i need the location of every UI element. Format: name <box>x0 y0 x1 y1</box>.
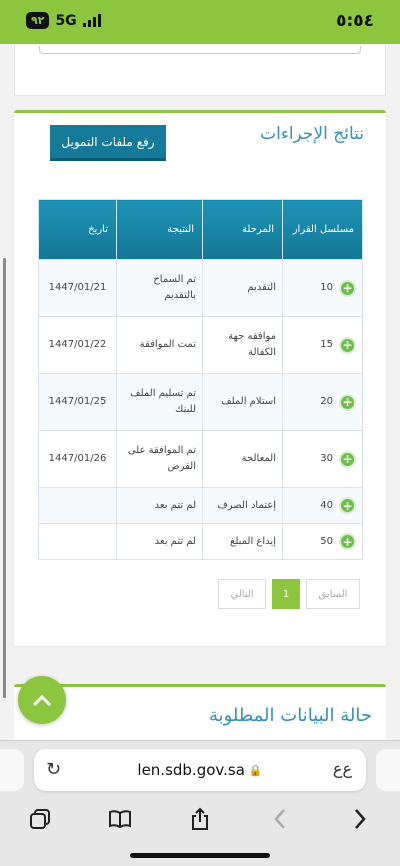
tab-peek-right[interactable] <box>376 749 400 791</box>
scroll-indicator[interactable] <box>3 258 6 698</box>
network-label: 5G <box>55 12 77 29</box>
expand-plus-icon[interactable]: + <box>339 279 356 297</box>
header-result: النتيجة <box>116 199 203 260</box>
browser-chrome: ↻ len.sdb.gov.sa 🔒 ﻉﻉ <box>0 740 400 866</box>
header-date: تاريخ <box>38 199 117 260</box>
cell-date: 1447/01/21 <box>38 259 117 317</box>
share-icon[interactable] <box>180 801 220 837</box>
text-size-button[interactable]: ﻉﻉ <box>333 759 352 778</box>
cell-stage: استلام الملف <box>202 373 283 431</box>
expand-plus-icon[interactable]: + <box>339 450 356 468</box>
table-row: +40 إعتماد الصرف لم تتم بعد <box>38 487 363 524</box>
cell-date: 1447/01/25 <box>38 373 117 431</box>
table-row: +20 استلام الملف تم تسليم الملف للبنك 14… <box>38 373 363 431</box>
cell-stage: المعالجة <box>202 430 283 488</box>
expand-plus-icon[interactable]: + <box>339 497 356 514</box>
tabs-icon[interactable] <box>20 801 60 837</box>
cell-stage: إيداع المبلغ <box>202 523 283 560</box>
pagination-next-button[interactable]: التالي <box>218 579 266 609</box>
table-row: +30 المعالجة تم الموافقة على القرض 1447/… <box>38 430 363 488</box>
forward-icon[interactable] <box>340 801 380 837</box>
cell-seq: +20 <box>282 373 363 431</box>
status-time: ٥:٥٤ <box>336 11 374 31</box>
previous-card <box>14 44 386 96</box>
address-bar[interactable]: ↻ len.sdb.gov.sa 🔒 ﻉﻉ <box>34 749 366 791</box>
cell-seq: +15 <box>282 316 363 374</box>
reload-icon[interactable]: ↻ <box>46 759 61 780</box>
lock-icon: 🔒 <box>248 763 263 777</box>
cell-seq: +10 <box>282 259 363 317</box>
required-data-title: حالة البيانات المطلوبة <box>208 705 372 726</box>
scroll-to-top-button[interactable] <box>18 676 66 724</box>
cell-stage: إعتماد الصرف <box>202 487 283 524</box>
cell-seq: +30 <box>282 430 363 488</box>
results-title: نتائج الإجراءات <box>260 124 364 144</box>
cell-result: لم تتم بعد <box>116 487 203 524</box>
expand-plus-icon[interactable]: + <box>339 393 356 411</box>
cell-seq: +50 <box>282 523 363 560</box>
cell-result: تم السماح بالتقديم <box>116 259 203 317</box>
home-indicator[interactable] <box>130 853 270 858</box>
cell-date <box>38 487 117 524</box>
previous-card-field <box>39 46 361 54</box>
browser-toolbar <box>0 799 400 839</box>
header-seq: مسلسل القرار <box>282 199 363 260</box>
tab-peek-left[interactable] <box>0 749 24 791</box>
header-stage: المرحلة <box>202 199 283 260</box>
chevron-up-icon <box>32 688 52 713</box>
results-card: نتائج الإجراءات رفع ملفات التمويل مسلسل … <box>14 110 386 646</box>
cell-date: 1447/01/26 <box>38 430 117 488</box>
pagination-prev-button[interactable]: السابق <box>306 579 360 609</box>
status-bar: ٥:٥٤ ٩٢ 5G <box>0 0 400 44</box>
cell-stage: التقديم <box>202 259 283 317</box>
cell-result: تمت الموافقة <box>116 316 203 374</box>
cell-result: لم تتم بعد <box>116 523 203 560</box>
battery-icon: ٩٢ <box>26 12 50 29</box>
table-row: +50 إيداع المبلغ لم تتم بعد <box>38 523 363 560</box>
back-icon[interactable] <box>260 801 300 837</box>
bookmarks-icon[interactable] <box>100 801 140 837</box>
table-row: +15 موافقه جهة الكفالة تمت الموافقة 1447… <box>38 316 363 374</box>
table-row: +10 التقديم تم السماح بالتقديم 1447/01/2… <box>38 259 363 317</box>
cell-seq: +40 <box>282 487 363 524</box>
url-text: len.sdb.gov.sa <box>137 761 245 779</box>
table-header-row: مسلسل القرار المرحلة النتيجة تاريخ <box>38 199 363 260</box>
cell-result: تم الموافقة على القرض <box>116 430 203 488</box>
results-table: مسلسل القرار المرحلة النتيجة تاريخ +10 ا… <box>38 199 363 560</box>
pagination-page-1[interactable]: 1 <box>272 579 300 609</box>
cell-result: تم تسليم الملف للبنك <box>116 373 203 431</box>
status-icons: ٩٢ 5G <box>26 12 101 29</box>
upload-financing-files-button[interactable]: رفع ملفات التمويل <box>50 125 166 161</box>
expand-plus-icon[interactable]: + <box>339 533 356 550</box>
signal-icon <box>82 14 101 27</box>
cell-date: 1447/01/22 <box>38 316 117 374</box>
cell-date <box>38 523 117 560</box>
expand-plus-icon[interactable]: + <box>339 336 356 354</box>
cell-stage: موافقه جهة الكفالة <box>202 316 283 374</box>
